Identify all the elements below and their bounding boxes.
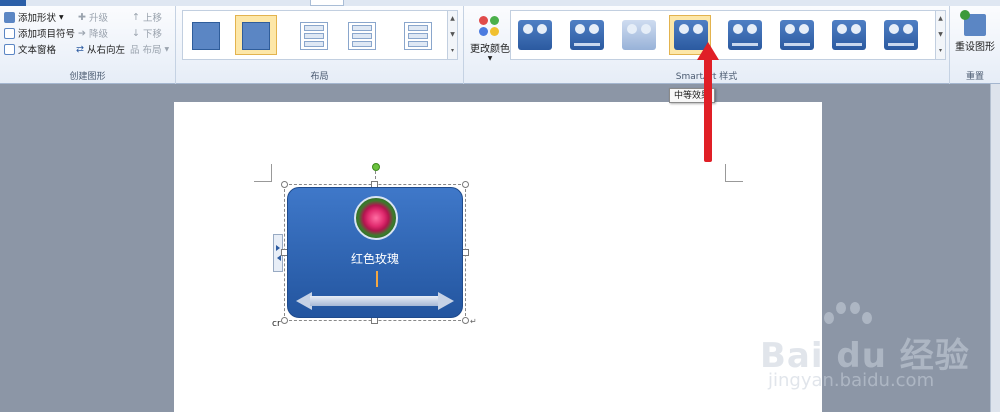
style-thumb-icon: [884, 20, 918, 50]
demote-arrow-icon: ➔: [78, 27, 86, 39]
styles-gallery-scroll[interactable]: ▲ ▼ ▾: [935, 11, 945, 59]
style-thumb-icon: [622, 20, 656, 50]
promote-button[interactable]: ✚ 升级: [78, 10, 108, 25]
layout-option-2[interactable]: [235, 15, 277, 55]
text-cursor: [376, 271, 378, 287]
dropdown-arrow-icon: ▼: [59, 13, 64, 21]
hierarchy-icon: 品: [130, 45, 140, 56]
style-thumb-icon: [570, 20, 604, 50]
add-bullet-button[interactable]: 添加项目符号: [4, 26, 75, 40]
layout-thumb-icon: [192, 22, 220, 50]
reset-graphic-button[interactable]: 重设图形: [955, 10, 995, 62]
style-thumb-icon: [832, 20, 866, 50]
layout-thumb-icon: [348, 22, 376, 50]
style-option-7[interactable]: [827, 15, 869, 55]
resize-handle-b[interactable]: [371, 317, 378, 324]
document-page[interactable]: 红色玫瑰 cr ↵: [174, 102, 822, 412]
resize-handle-tl[interactable]: [281, 181, 288, 188]
layout-option-1[interactable]: [185, 15, 227, 55]
move-up-icon: ↑: [132, 11, 140, 23]
reset-graphic-icon: [960, 10, 986, 36]
right-to-left-button[interactable]: ⇄ 从右向左: [76, 42, 125, 57]
reset-group-label: 重置: [965, 72, 984, 82]
rotation-handle[interactable]: [372, 163, 380, 171]
rose-photo[interactable]: [354, 196, 398, 240]
resize-handle-br[interactable]: [462, 317, 469, 324]
annotation-arrow: [704, 58, 712, 162]
dropdown-arrow-icon: ▼: [487, 55, 493, 62]
arrow-shaft: [310, 296, 440, 306]
layout-dropdown[interactable]: 品 布局 ▼: [130, 42, 169, 56]
layout-thumb-icon: [300, 22, 328, 50]
style-option-5[interactable]: [723, 15, 765, 55]
side-panel-edge: [990, 84, 1000, 412]
layouts-group: ▲ ▼ ▾ 布局: [176, 6, 464, 84]
style-option-1[interactable]: [513, 15, 555, 55]
baidu-watermark: Bai du 经验 jingyan.baidu.com: [760, 298, 990, 398]
layout-thumb-icon: [242, 22, 270, 50]
style-thumb-icon: [780, 20, 814, 50]
add-bullet-icon: [4, 27, 15, 39]
scroll-up-icon[interactable]: ▲: [936, 11, 945, 27]
layout-option-3[interactable]: [293, 15, 335, 55]
smartart-styles-gallery: ▲ ▼ ▾: [510, 10, 946, 60]
cr-text: cr: [272, 319, 281, 329]
swap-arrows-icon: ⇄: [76, 43, 84, 55]
scroll-down-icon[interactable]: ▼: [936, 27, 945, 43]
layouts-gallery-scroll[interactable]: ▲ ▼ ▾: [447, 11, 457, 59]
add-shape-button[interactable]: 添加形状 ▼: [4, 10, 64, 24]
style-option-3[interactable]: [617, 15, 659, 55]
style-thumb-icon: [728, 20, 762, 50]
layouts-gallery: ▲ ▼ ▾: [182, 10, 458, 60]
move-down-icon: ↓: [132, 27, 140, 39]
resize-handle-r[interactable]: [462, 249, 469, 256]
layout-option-4[interactable]: [341, 15, 383, 55]
text-pane-button[interactable]: 文本窗格: [4, 42, 56, 56]
create-graphic-group: 添加形状 ▼ 添加项目符号 文本窗格 ✚ 升级 ➔ 降级 ⇄ 从右向左 ↑ 上移…: [0, 6, 176, 84]
style-option-8[interactable]: [879, 15, 921, 55]
style-option-2[interactable]: [565, 15, 607, 55]
resize-handle-bl[interactable]: [281, 317, 288, 324]
layouts-group-label: 布局: [310, 72, 329, 82]
layout-thumb-icon: [404, 22, 432, 50]
scroll-down-icon[interactable]: ▼: [448, 27, 457, 43]
create-graphic-group-label: 创建图形: [69, 72, 106, 82]
arrow-head-right: [438, 292, 454, 310]
crop-mark-top-left: [254, 164, 272, 182]
layout-option-5[interactable]: [397, 15, 439, 55]
resize-handle-tr[interactable]: [462, 181, 469, 188]
style-option-6[interactable]: [775, 15, 817, 55]
more-icon[interactable]: ▾: [448, 43, 457, 59]
change-colors-button[interactable]: 更改颜色 ▼: [470, 12, 510, 72]
move-down-button[interactable]: ↓ 下移: [132, 26, 162, 41]
move-up-button[interactable]: ↑ 上移: [132, 10, 162, 25]
ribbon: 添加形状 ▼ 添加项目符号 文本窗格 ✚ 升级 ➔ 降级 ⇄ 从右向左 ↑ 上移…: [0, 6, 1000, 84]
add-shape-icon: [4, 11, 15, 23]
scroll-up-icon[interactable]: ▲: [448, 11, 457, 27]
demote-button[interactable]: ➔ 降级: [78, 26, 108, 41]
smartart-shape[interactable]: 红色玫瑰: [287, 187, 463, 318]
more-icon[interactable]: ▾: [936, 43, 945, 59]
shape-text[interactable]: 红色玫瑰: [288, 250, 462, 267]
watermark-url: jingyan.baidu.com: [768, 370, 935, 391]
text-pane-icon: [4, 43, 15, 55]
style-thumb-icon: [518, 20, 552, 50]
dropdown-arrow-icon: ▼: [164, 45, 170, 53]
double-arrow-shape[interactable]: [296, 292, 454, 310]
promote-arrow-icon: ✚: [78, 11, 86, 23]
palette-icon: [479, 16, 501, 38]
paragraph-mark: ↵: [470, 317, 477, 326]
crop-mark-top-right: [725, 164, 743, 182]
